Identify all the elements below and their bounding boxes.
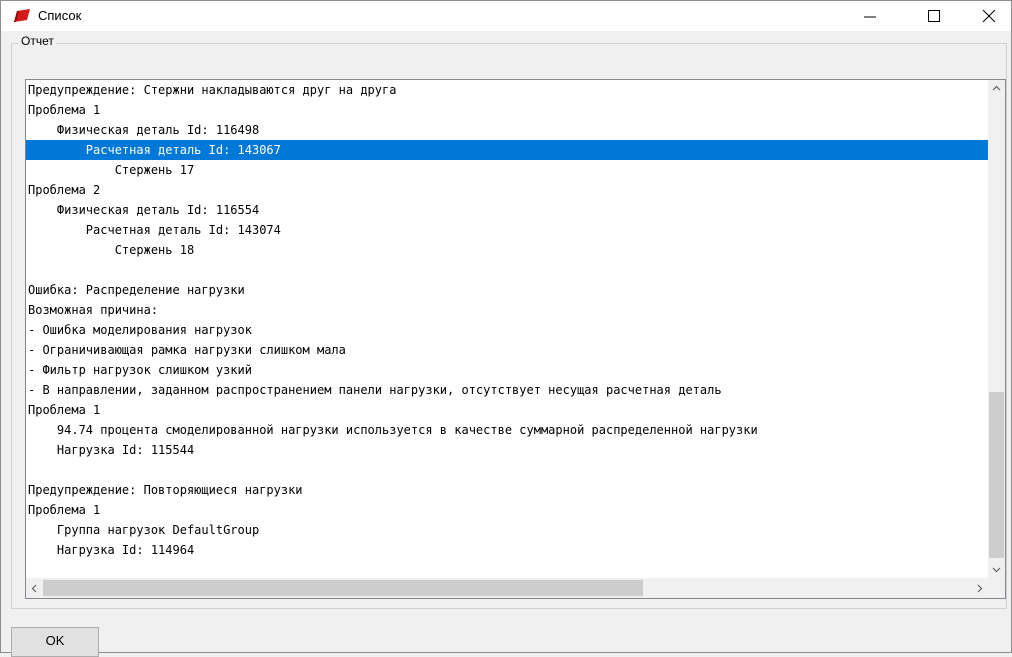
group-label: Отчет <box>19 34 56 48</box>
report-line[interactable]: Проблема 1 <box>28 500 986 520</box>
scroll-left-arrow[interactable] <box>26 580 43 597</box>
scroll-down-arrow[interactable] <box>988 561 1005 578</box>
scroll-right-arrow[interactable] <box>971 580 988 597</box>
vertical-scrollbar[interactable] <box>988 80 1005 578</box>
report-line[interactable]: - Ограничивающая рамка нагрузки слишком … <box>28 340 986 360</box>
report-window: Список Отчет Предупреждение: Стержни нак… <box>0 0 1012 657</box>
report-line[interactable]: Нагрузка Id: 114964 <box>28 540 986 560</box>
report-line[interactable]: Стержень 18 <box>28 240 986 260</box>
report-line[interactable]: Расчетная деталь Id: 143067 <box>26 140 988 160</box>
maximize-icon <box>928 10 940 22</box>
scroll-up-arrow[interactable] <box>988 80 1005 97</box>
report-line[interactable]: - Фильтр нагрузок слишком узкий <box>28 360 986 380</box>
close-icon <box>982 9 996 23</box>
report-line[interactable]: Проблема 2 <box>28 180 986 200</box>
close-button[interactable] <box>966 1 1012 31</box>
report-line[interactable]: - В направлении, заданном распространени… <box>28 380 986 400</box>
vertical-scroll-thumb[interactable] <box>989 392 1004 558</box>
report-line[interactable]: Ошибка: Распределение нагрузки <box>28 280 986 300</box>
report-line[interactable]: Проблема 1 <box>28 100 986 120</box>
chevron-down-icon <box>992 567 1001 573</box>
report-line[interactable] <box>28 460 986 480</box>
horizontal-scrollbar[interactable] <box>26 578 988 598</box>
report-line[interactable]: Физическая деталь Id: 116554 <box>28 200 986 220</box>
report-line[interactable]: Предупреждение: Стержни накладываются др… <box>28 80 986 100</box>
chevron-up-icon <box>992 85 1001 91</box>
report-line[interactable]: Группа нагрузок DefaultGroup <box>28 520 986 540</box>
chevron-right-icon <box>977 584 983 593</box>
report-line[interactable]: Стержень 17 <box>28 160 986 180</box>
report-line[interactable]: Нагрузка Id: 115544 <box>28 440 986 460</box>
scrollbar-corner <box>988 578 1005 598</box>
red-flag-icon <box>14 9 30 22</box>
report-line[interactable]: Проблема 1 <box>28 400 986 420</box>
horizontal-scroll-thumb[interactable] <box>43 580 643 596</box>
minimize-button[interactable] <box>846 1 892 31</box>
report-line[interactable]: 94.74 процента смоделированной нагрузки … <box>28 420 986 440</box>
report-line[interactable]: Расчетная деталь Id: 143074 <box>28 220 986 240</box>
window-title: Список <box>38 8 82 23</box>
title-bar[interactable]: Список <box>1 1 1011 31</box>
report-list-content: Предупреждение: Стержни накладываются др… <box>26 80 988 578</box>
report-line[interactable]: Физическая деталь Id: 116498 <box>28 120 986 140</box>
report-line[interactable]: Предупреждение: Повторяющиеся нагрузки <box>28 480 986 500</box>
report-line[interactable]: Возможная причина: <box>28 300 986 320</box>
maximize-button[interactable] <box>911 1 957 31</box>
chevron-left-icon <box>31 584 37 593</box>
report-list[interactable]: Предупреждение: Стержни накладываются др… <box>25 79 1006 599</box>
report-line[interactable] <box>28 260 986 280</box>
report-line[interactable]: - Ошибка моделирования нагрузок <box>28 320 986 340</box>
minimize-icon <box>864 16 876 18</box>
